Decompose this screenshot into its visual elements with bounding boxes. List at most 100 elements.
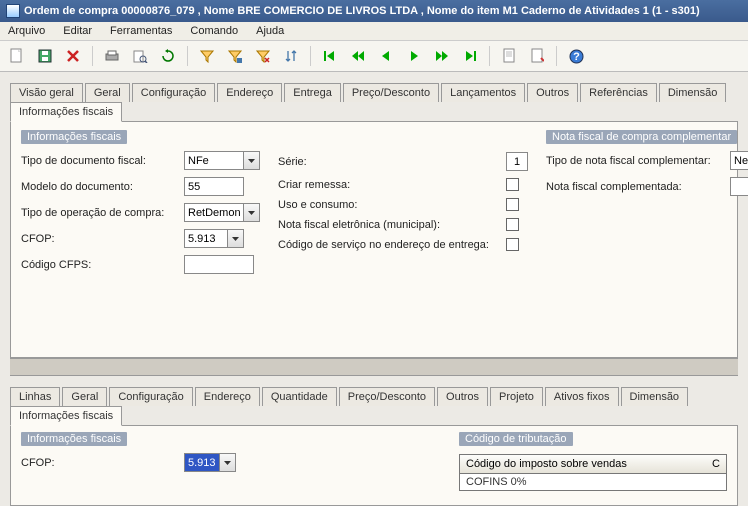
tab-dimensao[interactable]: Dimensão: [659, 83, 727, 102]
tab-informacoes-fiscais[interactable]: Informações fiscais: [10, 102, 122, 122]
filter-by-selection-icon[interactable]: [224, 45, 246, 67]
input-nf-complementada[interactable]: [730, 177, 748, 196]
label-tipo-doc-fiscal: Tipo de documento fiscal:: [21, 155, 176, 167]
tab-outros-2[interactable]: Outros: [437, 387, 488, 406]
tab-geral[interactable]: Geral: [85, 83, 130, 102]
chevron-down-icon[interactable]: [228, 229, 244, 248]
tab-visao-geral[interactable]: Visão geral: [10, 83, 83, 102]
combo-tipo-op-compra[interactable]: [184, 203, 260, 222]
label-nf-complementada: Nota fiscal complementada:: [546, 181, 722, 193]
tab-configuracao-2[interactable]: Configuração: [109, 387, 192, 406]
filter-icon[interactable]: [196, 45, 218, 67]
last-record-icon[interactable]: [459, 45, 481, 67]
upper-tabs: Visão geral Geral Configuração Endereço …: [10, 82, 738, 122]
label-cfop: CFOP:: [21, 233, 176, 245]
upper-panel: Informações fiscais Tipo de documento fi…: [10, 122, 738, 358]
refresh-icon[interactable]: [157, 45, 179, 67]
window-title: Ordem de compra 00000876_079 , Nome BRE …: [24, 5, 700, 17]
new-icon[interactable]: [6, 45, 28, 67]
input-codigo-cfps[interactable]: [184, 255, 254, 274]
checkbox-criar-remessa[interactable]: [506, 178, 519, 191]
chevron-down-icon[interactable]: [244, 203, 260, 222]
checkbox-cod-serv-entrega[interactable]: [506, 238, 519, 251]
tab-projeto[interactable]: Projeto: [490, 387, 543, 406]
print-icon[interactable]: [101, 45, 123, 67]
tab-preco-2[interactable]: Preço/Desconto: [339, 387, 435, 406]
tab-endereco-2[interactable]: Endereço: [195, 387, 260, 406]
tab-outros[interactable]: Outros: [527, 83, 578, 102]
print-preview-icon[interactable]: [129, 45, 151, 67]
svg-text:?: ?: [573, 51, 580, 63]
tab-preco[interactable]: Preço/Desconto: [343, 83, 439, 102]
tab-geral-2[interactable]: Geral: [62, 387, 107, 406]
next-record-icon[interactable]: [403, 45, 425, 67]
first-record-icon[interactable]: [319, 45, 341, 67]
tab-entrega[interactable]: Entrega: [284, 83, 341, 102]
attachment-icon[interactable]: [526, 45, 548, 67]
cell-codigo-imposto: COFINS 0%: [466, 476, 527, 488]
help-icon[interactable]: ?: [565, 45, 587, 67]
splitter[interactable]: [10, 358, 738, 376]
combo-cfop[interactable]: [184, 229, 244, 248]
menu-comando[interactable]: Comando: [190, 25, 238, 37]
chevron-down-icon[interactable]: [220, 453, 236, 472]
label-tipo-op-compra: Tipo de operação de compra:: [21, 207, 176, 219]
menu-arquivo[interactable]: Arquivo: [8, 25, 45, 37]
combo-cfop-2[interactable]: [184, 453, 236, 472]
titlebar: Ordem de compra 00000876_079 , Nome BRE …: [0, 0, 748, 22]
tab-lancamentos[interactable]: Lançamentos: [441, 83, 525, 102]
prev-record-icon[interactable]: [375, 45, 397, 67]
next-page-icon[interactable]: [431, 45, 453, 67]
tab-endereco[interactable]: Endereço: [217, 83, 282, 102]
input-tipo-op-compra[interactable]: [184, 203, 244, 222]
tab-linhas[interactable]: Linhas: [10, 387, 60, 406]
menu-ferramentas[interactable]: Ferramentas: [110, 25, 172, 37]
lower-tabs: Linhas Geral Configuração Endereço Quant…: [10, 386, 738, 426]
input-tipo-doc-fiscal[interactable]: [184, 151, 244, 170]
col-codigo-imposto: Código do imposto sobre vendas: [466, 458, 627, 470]
label-uso-consumo: Uso e consumo:: [278, 199, 498, 211]
group-nf-complementar: Nota fiscal de compra complementar: [546, 130, 737, 144]
separator: [187, 46, 188, 66]
tab-configuracao[interactable]: Configuração: [132, 83, 215, 102]
label-serie: Série:: [278, 156, 498, 168]
separator: [556, 46, 557, 66]
group-codigo-tributacao: Código de tributação: [459, 432, 573, 446]
group-informacoes-fiscais-2: Informações fiscais: [21, 432, 127, 446]
menu-editar[interactable]: Editar: [63, 25, 92, 37]
label-modelo-doc: Modelo do documento:: [21, 181, 176, 193]
chevron-down-icon[interactable]: [244, 151, 260, 170]
delete-icon[interactable]: [62, 45, 84, 67]
table-header[interactable]: Código do imposto sobre vendas C: [459, 454, 727, 474]
tab-ativos-fixos[interactable]: Ativos fixos: [545, 387, 619, 406]
group-informacoes-fiscais: Informações fiscais: [21, 130, 127, 144]
checkbox-uso-consumo[interactable]: [506, 198, 519, 211]
document-icon[interactable]: [498, 45, 520, 67]
prev-page-icon[interactable]: [347, 45, 369, 67]
input-serie[interactable]: [506, 152, 528, 171]
checkbox-nfe-municipal[interactable]: [506, 218, 519, 231]
sort-icon[interactable]: [280, 45, 302, 67]
input-modelo-doc[interactable]: [184, 177, 244, 196]
table-row[interactable]: COFINS 0%: [459, 474, 727, 491]
separator: [310, 46, 311, 66]
combo-tipo-doc-fiscal[interactable]: [184, 151, 260, 170]
col-extra: C: [712, 458, 720, 470]
tab-informacoes-fiscais-2[interactable]: Informações fiscais: [10, 406, 122, 426]
menu-ajuda[interactable]: Ajuda: [256, 25, 284, 37]
input-cfop-2[interactable]: [184, 453, 220, 472]
lower-panel: Informações fiscais CFOP: Código de trib…: [10, 426, 738, 506]
save-icon[interactable]: [34, 45, 56, 67]
separator: [489, 46, 490, 66]
filter-clear-icon[interactable]: [252, 45, 274, 67]
label-criar-remessa: Criar remessa:: [278, 179, 498, 191]
input-tipo-nf-compl[interactable]: [730, 151, 748, 170]
label-tipo-nf-compl: Tipo de nota fiscal complementar:: [546, 155, 722, 167]
separator: [92, 46, 93, 66]
toolbar: ?: [0, 41, 748, 72]
tab-quantidade[interactable]: Quantidade: [262, 387, 337, 406]
tab-dimensao-2[interactable]: Dimensão: [621, 387, 689, 406]
tab-referencias[interactable]: Referências: [580, 83, 657, 102]
input-cfop[interactable]: [184, 229, 228, 248]
app-icon: [6, 4, 20, 18]
